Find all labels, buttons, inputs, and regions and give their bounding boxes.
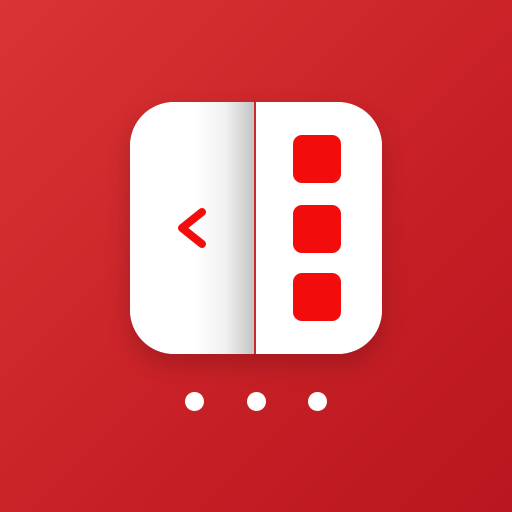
thumbnail-2 xyxy=(293,205,341,253)
pager-dot-1 xyxy=(185,392,204,411)
pager-dot-2 xyxy=(247,392,266,411)
page-card xyxy=(130,102,382,354)
thumbnail-1 xyxy=(293,135,341,183)
thumbnail-3 xyxy=(293,273,341,321)
chevron-left-icon xyxy=(178,208,206,248)
pager-dots xyxy=(0,392,512,414)
app-icon-background xyxy=(0,0,512,512)
pager-dot-3 xyxy=(308,392,327,411)
left-page-panel xyxy=(130,102,256,354)
